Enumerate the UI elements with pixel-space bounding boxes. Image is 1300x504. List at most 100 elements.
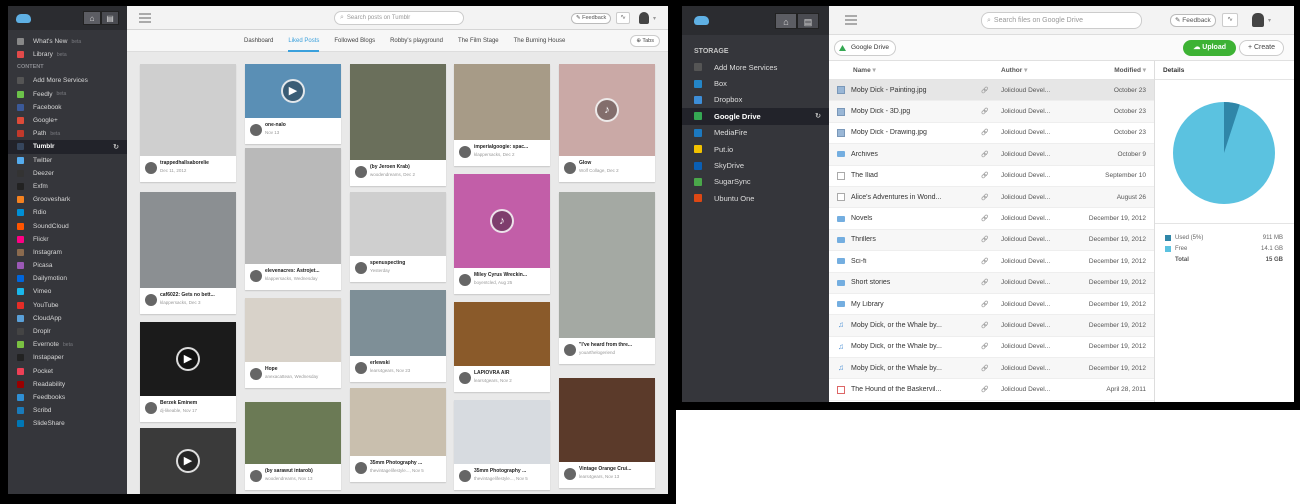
post-title[interactable]: (by sarawut intarob)	[265, 468, 337, 475]
file-name[interactable]: Moby Dick, or the Whale by...	[851, 343, 942, 350]
sidebar-item[interactable]: Ubuntu One	[682, 190, 829, 206]
sidebar-item[interactable]: SugarSync	[682, 174, 829, 190]
avatar[interactable]	[564, 162, 576, 174]
home-icon[interactable]: ⌂	[83, 11, 101, 25]
column-author[interactable]: Author ▾	[1001, 66, 1071, 74]
file-name[interactable]: Moby Dick - Drawing.jpg	[851, 129, 927, 136]
sidebar-item[interactable]: Vimeo	[8, 285, 127, 298]
sidebar-item[interactable]: Add More Services	[682, 59, 829, 75]
video-play-icon[interactable]: ▶	[176, 347, 200, 371]
sidebar-item[interactable]: Library beta	[8, 48, 127, 61]
table-row[interactable]: Moby Dick - 3D.jpg 🔗 Jolicloud Devel... Oct…	[829, 101, 1154, 123]
post-card[interactable]: "I've heard from thre... youarthelogerien…	[559, 192, 655, 364]
sidebar-item[interactable]: Google+	[8, 114, 127, 127]
library-icon[interactable]: ▤	[101, 11, 119, 25]
table-row[interactable]: Archives 🔗 Jolicloud Devel... October 9	[829, 144, 1154, 166]
sidebar-item[interactable]: Box	[682, 75, 829, 91]
sidebar-item[interactable]: Instagram	[8, 246, 127, 259]
table-row[interactable]: Thrillers 🔗 Jolicloud Devel... December 19,…	[829, 229, 1154, 252]
table-row[interactable]: Moby Dick - Drawing.jpg 🔗 Jolicloud Devel.…	[829, 123, 1154, 145]
file-name[interactable]: My Library	[851, 301, 884, 308]
avatar[interactable]	[355, 362, 367, 374]
post-title[interactable]: Miley Cyrus Wreckin...	[474, 272, 546, 279]
post-image[interactable]	[245, 148, 341, 264]
avatar[interactable]	[459, 274, 471, 286]
avatar[interactable]	[564, 344, 576, 356]
upload-button[interactable]: ☁ Upload	[1183, 40, 1236, 56]
table-row[interactable]: Moby Dick - Painting.jpg 🔗 Jolicloud Devel…	[829, 80, 1154, 102]
avatar[interactable]	[145, 402, 157, 414]
sidebar-item[interactable]: Google Drive ↻	[682, 108, 829, 125]
sidebar-item[interactable]: Tumblr ↻	[8, 140, 127, 154]
table-row[interactable]: ♫ Moby Dick, or the Whale by... 🔗 Jolicloud…	[829, 315, 1154, 337]
avatar[interactable]	[250, 470, 262, 482]
post-title[interactable]: (by Jeroen Krab)	[370, 164, 442, 171]
post-image[interactable]	[350, 64, 446, 160]
post-title[interactable]: imperialgoogie: spac...	[474, 144, 546, 151]
post-title[interactable]: LAPIOVRA AIR	[474, 370, 546, 377]
file-name[interactable]: Novels	[851, 215, 872, 222]
post-title[interactable]: one-nalo	[265, 122, 337, 129]
post-card[interactable]: elevenacres: Astrojet... klappersacks, We…	[245, 148, 341, 290]
avatar[interactable]	[459, 372, 471, 384]
avatar[interactable]	[355, 462, 367, 474]
post-title[interactable]: 35mm Photography ...	[370, 460, 442, 467]
post-image[interactable]	[350, 388, 446, 456]
avatar[interactable]	[459, 470, 471, 482]
avatar[interactable]	[250, 270, 262, 282]
sidebar-item[interactable]: Put.io	[682, 141, 829, 157]
avatar[interactable]	[145, 294, 157, 306]
link-icon[interactable]: 🔗	[969, 129, 1001, 136]
post-title[interactable]: Hope	[265, 366, 337, 373]
post-card[interactable]: ♪ Glow Wolf Collage, Dec 2	[559, 64, 655, 182]
post-card[interactable]: (by Jeroen Krab) woodendreams, Dec 2	[350, 64, 446, 186]
sidebar-item[interactable]: Instapaper	[8, 351, 127, 364]
post-title[interactable]: "I've heard from thre...	[579, 342, 651, 349]
sidebar-item[interactable]: Twitter	[8, 154, 127, 167]
menu-icon[interactable]	[139, 13, 151, 23]
post-title[interactable]: Vintage Orange Crui...	[579, 466, 651, 473]
avatar[interactable]	[250, 124, 262, 136]
file-name[interactable]: Moby Dick, or the Whale by...	[851, 322, 942, 329]
post-card[interactable]: Hope anexacattean, Wednesday	[245, 298, 341, 388]
post-card[interactable]: Vintage Orange Crui... lears4gears, Nov 1…	[559, 378, 655, 488]
table-row[interactable]: ♫ Moby Dick, or the Whale by... 🔗 Jolicloud…	[829, 358, 1154, 380]
tab-item[interactable]: Followed Blogs	[334, 30, 375, 52]
post-title[interactable]: erlewski	[370, 360, 442, 367]
post-title[interactable]: caf6022: Gets no bett...	[160, 292, 232, 299]
sidebar-item[interactable]: Pocket	[8, 365, 127, 378]
link-icon[interactable]: 🔗	[969, 236, 1001, 243]
sidebar-item[interactable]: What's New beta	[8, 35, 127, 48]
sidebar-item[interactable]: Flickr	[8, 233, 127, 246]
sidebar-item[interactable]: Readability	[8, 378, 127, 391]
sidebar-item[interactable]: Dropbox	[682, 92, 829, 108]
post-card[interactable]: caf6022: Gets no bett... klappersacks, De…	[140, 192, 236, 314]
post-card[interactable]: erlewski lears4gears, Nov 23	[350, 290, 446, 382]
activity-icon[interactable]: ∿	[1222, 13, 1238, 27]
link-icon[interactable]: 🔗	[969, 258, 1001, 265]
sidebar-item[interactable]: Evernote beta	[8, 338, 127, 351]
table-row[interactable]: The Hound of the Baskervil... 🔗 Jolicloud …	[829, 379, 1154, 401]
refresh-icon[interactable]: ↻	[815, 112, 821, 120]
post-card[interactable]: LAPIOVRA AIR lears4gears, Nov 2	[454, 302, 550, 392]
table-row[interactable]: Alice's Adventures in Wond... 🔗 Jolicloud …	[829, 186, 1154, 209]
sidebar-item[interactable]: Path beta	[8, 127, 127, 140]
post-image[interactable]: ♪	[454, 174, 550, 268]
tab-item[interactable]: Dashboard	[244, 30, 273, 52]
sidebar-item[interactable]: Dailymotion	[8, 272, 127, 285]
tabs-button[interactable]: ⊕ Tabs	[630, 35, 660, 47]
sidebar-item[interactable]: Grooveshark	[8, 193, 127, 206]
file-name[interactable]: The Iliad	[851, 172, 878, 179]
chevron-down-icon[interactable]: ▾	[1268, 17, 1271, 24]
sidebar-item[interactable]: Droplr	[8, 325, 127, 338]
file-name[interactable]: Alice's Adventures in Wond...	[851, 194, 941, 201]
post-image[interactable]	[350, 192, 446, 256]
sidebar-item[interactable]: Exfm	[8, 180, 127, 193]
post-image[interactable]	[140, 192, 236, 288]
google-drive-button[interactable]: Google Drive	[834, 40, 896, 56]
tab-item[interactable]: The Film Stage	[458, 30, 499, 52]
home-icon[interactable]: ⌂	[775, 12, 797, 29]
tab-item[interactable]: The Burning House	[514, 30, 566, 52]
file-name[interactable]: Thrillers	[851, 236, 876, 243]
post-image[interactable]	[559, 378, 655, 462]
